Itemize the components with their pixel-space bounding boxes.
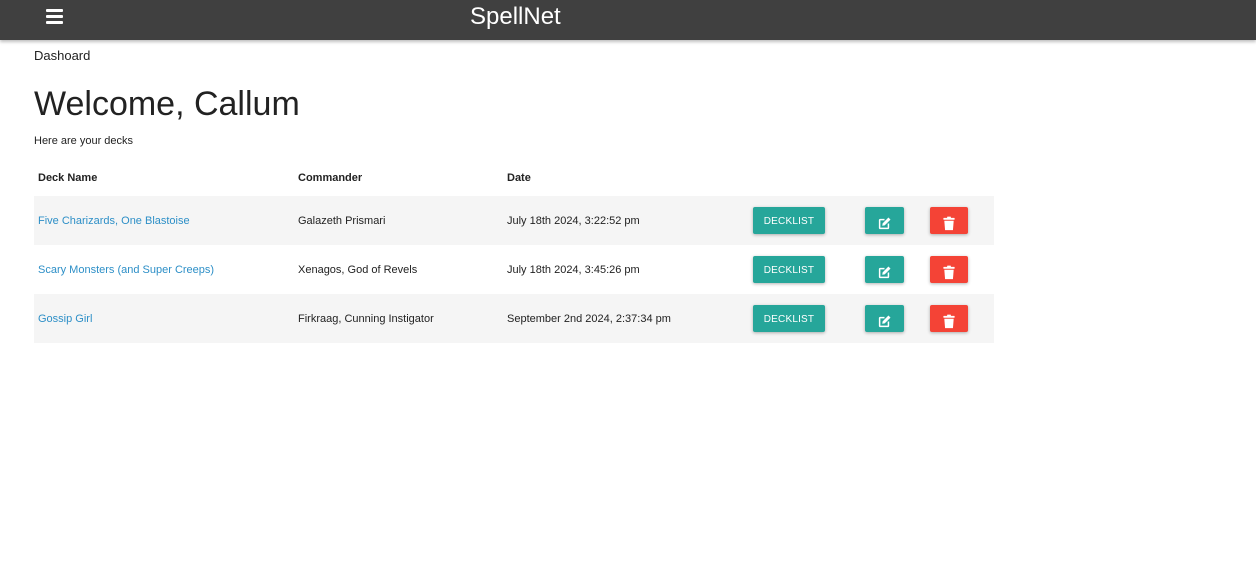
deck-name-link[interactable]: Five Charizards, One Blastoise	[38, 215, 190, 227]
delete-button[interactable]	[930, 305, 968, 332]
actions-cell: DECKLIST	[749, 196, 994, 245]
edit-button[interactable]	[865, 305, 904, 332]
actions-cell: DECKLIST	[749, 294, 994, 343]
deck-table: Deck Name Commander Date Five Charizards…	[34, 160, 994, 343]
top-navbar: SpellNet	[0, 0, 1256, 40]
deck-name-link[interactable]: Gossip Girl	[38, 313, 92, 325]
table-header-row: Deck Name Commander Date	[34, 160, 994, 196]
commander-cell: Firkraag, Cunning Instigator	[294, 294, 503, 343]
trash-icon	[943, 216, 955, 231]
header-deck-name: Deck Name	[38, 172, 98, 184]
commander-cell: Galazeth Prismari	[294, 196, 503, 245]
hamburger-menu-icon[interactable]	[45, 6, 65, 26]
page-subtitle: Here are your decks	[34, 135, 134, 147]
table-row: Scary Monsters (and Super Creeps) Xenago…	[34, 245, 994, 294]
date-cell: July 18th 2024, 3:45:26 pm	[507, 263, 640, 276]
actions-cell: DECKLIST	[749, 245, 994, 294]
trash-icon	[943, 265, 955, 280]
delete-button[interactable]	[930, 256, 968, 283]
header-commander: Commander	[298, 172, 363, 184]
commander-cell: Xenagos, God of Revels	[298, 263, 418, 276]
trash-icon	[943, 314, 955, 329]
header-date: Date	[507, 172, 531, 184]
page-title: Welcome, Callum	[34, 85, 300, 123]
table-row: Five Charizards, One Blastoise Galazeth …	[34, 196, 994, 245]
edit-button[interactable]	[865, 256, 904, 283]
date-cell: September 2nd 2024, 2:37:34 pm	[503, 294, 749, 343]
breadcrumb: Dashoard	[34, 48, 91, 63]
delete-button[interactable]	[930, 207, 968, 234]
edit-icon	[878, 315, 891, 328]
edit-icon	[878, 217, 891, 230]
decklist-button[interactable]: DECKLIST	[753, 305, 825, 332]
edit-icon	[878, 266, 891, 279]
decklist-button[interactable]: DECKLIST	[753, 256, 825, 283]
header-actions	[749, 160, 994, 196]
deck-name-link[interactable]: Scary Monsters (and Super Creeps)	[38, 264, 214, 276]
edit-button[interactable]	[865, 207, 904, 234]
brand-title: SpellNet	[470, 3, 561, 30]
decklist-button[interactable]: DECKLIST	[753, 207, 825, 234]
date-cell: July 18th 2024, 3:22:52 pm	[503, 196, 749, 245]
table-row: Gossip Girl Firkraag, Cunning Instigator…	[34, 294, 994, 343]
